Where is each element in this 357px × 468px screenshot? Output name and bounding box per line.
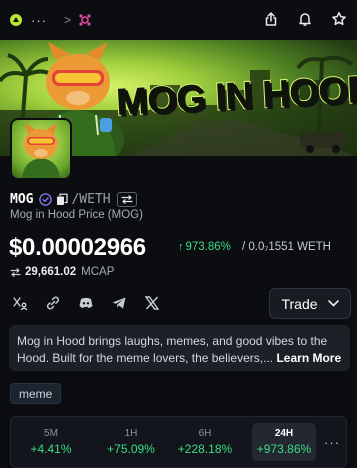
token-description: Mog in Hood brings laughs, memes, and go…	[9, 325, 350, 371]
stat-label: 1H	[124, 428, 138, 439]
stat-5m[interactable]: 5M +4.41%	[19, 423, 83, 461]
stat-value: +75.09%	[107, 442, 155, 456]
stat-value: +228.18%	[177, 442, 233, 456]
chevron-down-icon	[327, 300, 339, 307]
trade-button-label: Trade	[281, 295, 318, 312]
stat-1h[interactable]: 1H +75.09%	[99, 423, 163, 461]
token-symbol: MOG	[10, 191, 34, 207]
chevron-right-icon: >	[64, 13, 72, 27]
market-cap-row: 29,661.02 MCAP	[10, 266, 114, 278]
learn-more-link[interactable]: Learn More	[276, 351, 341, 365]
telegram-icon[interactable]	[111, 295, 127, 311]
share-icon[interactable]	[263, 11, 279, 27]
stat-24h[interactable]: 24H +973.86%	[252, 423, 316, 461]
market-cap-value: 29,661.02	[25, 266, 77, 278]
swap-pair-button[interactable]	[116, 191, 137, 207]
price-change: ↑ 973.86%	[178, 241, 231, 253]
discord-icon[interactable]	[78, 295, 94, 311]
verified-icon	[39, 192, 53, 206]
stat-label: 5M	[44, 428, 58, 439]
star-icon[interactable]	[331, 11, 347, 27]
social-links	[12, 294, 160, 312]
swap-icon	[121, 194, 133, 204]
x-community-icon[interactable]	[12, 295, 28, 311]
market-cap-label: MCAP	[81, 266, 115, 278]
period-stats: 5M +4.41% 1H +75.09% 6H +228.18% 24H +97…	[10, 416, 347, 468]
more-menu-button[interactable]: ···	[31, 14, 47, 27]
token-price: $0.00002966	[9, 234, 146, 261]
app-logo-icon[interactable]	[10, 14, 22, 26]
token-avatar	[10, 118, 72, 180]
pair-price: / 0.0₇1551 WETH	[242, 241, 331, 253]
bell-icon[interactable]	[297, 11, 313, 27]
tag-meme[interactable]: meme	[10, 383, 62, 404]
swap-arrows-icon	[10, 267, 21, 277]
chain-icon[interactable]	[78, 13, 92, 27]
price-change-value: 973.86%	[185, 241, 231, 253]
arrow-up-icon: ↑	[178, 241, 184, 253]
x-icon[interactable]	[144, 295, 160, 311]
top-bar: ··· >	[0, 0, 357, 40]
stat-label: 6H	[198, 428, 212, 439]
token-subtitle: Mog in Hood Price (MOG)	[10, 209, 143, 221]
trade-button[interactable]: Trade	[269, 288, 351, 319]
link-icon[interactable]	[45, 295, 61, 311]
stat-value: +4.41%	[30, 442, 72, 456]
copy-icon[interactable]	[56, 193, 69, 206]
stats-more-button[interactable]: ···	[324, 435, 340, 450]
stat-value: +973.86%	[256, 442, 312, 456]
quote-symbol: /WETH	[71, 191, 111, 207]
stat-label: 24H	[274, 428, 294, 439]
stat-6h[interactable]: 6H +228.18%	[173, 423, 237, 461]
pair-row: MOG /WETH	[10, 191, 137, 207]
